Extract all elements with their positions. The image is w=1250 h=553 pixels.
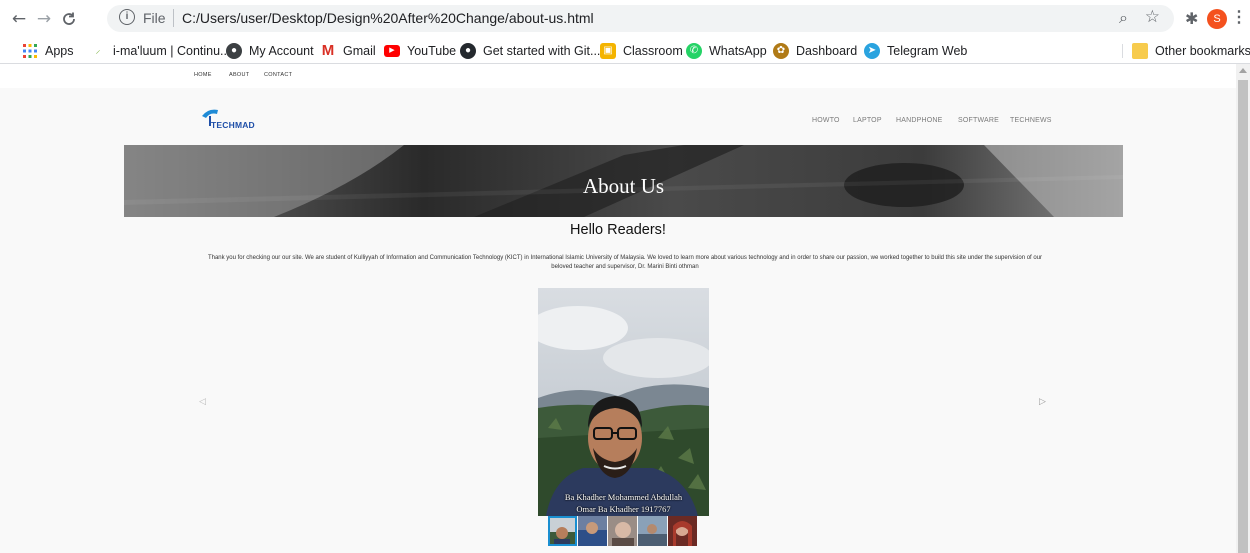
bookmark-other-folder[interactable]: Other bookmarks (1132, 42, 1250, 60)
whatsapp-icon: ✆ (686, 43, 702, 59)
back-arrow-icon[interactable]: ← (8, 8, 30, 30)
top-nav-bar: HOME ABOUT CONTACT (0, 64, 1236, 88)
bookmark-label: Apps (45, 44, 74, 58)
intro-paragraph: Thank you for checking our our site. We … (207, 255, 1043, 270)
topnav-home-link[interactable]: HOME (194, 72, 212, 78)
forward-arrow-icon[interactable]: → (33, 8, 55, 30)
bookmark-apps[interactable]: Apps (22, 42, 74, 60)
hero-banner: About Us (124, 145, 1123, 217)
youtube-icon: ▶ (384, 45, 400, 57)
bookmark-telegram[interactable]: ➤ Telegram Web (864, 42, 967, 60)
carousel-prev-arrow-icon[interactable]: ◁ (199, 397, 206, 407)
thumbnail-3[interactable] (608, 516, 637, 546)
bookmark-github[interactable]: ● Get started with Git... (460, 42, 600, 60)
telegram-icon: ➤ (864, 43, 880, 59)
topnav-about-link[interactable]: ABOUT (229, 72, 249, 78)
url-text[interactable]: C:/Users/user/Desktop/Design%20After%20C… (182, 10, 594, 26)
profile-avatar[interactable]: S (1207, 9, 1227, 29)
bookmark-whatsapp[interactable]: ✆ WhatsApp (686, 42, 767, 60)
bookmark-label: i-ma'luum | Continu... (113, 44, 231, 58)
nav-software-link[interactable]: SOFTWARE (958, 117, 999, 124)
bookmark-youtube[interactable]: ▶ YouTube (384, 42, 456, 60)
omnibox-divider (173, 9, 174, 27)
bookmark-label: YouTube (407, 44, 457, 58)
bookmark-classroom[interactable]: ▣ Classroom (600, 42, 683, 60)
greeting-heading: Hello Readers! (570, 222, 666, 238)
bookmark-label: Classroom (623, 44, 683, 58)
scroll-up-arrow-icon[interactable] (1239, 68, 1247, 73)
extensions-puzzle-icon[interactable]: ✱ (1185, 9, 1198, 28)
page-viewport: HOME ABOUT CONTACT TECHMAD HOWTO LAPTOP … (0, 64, 1250, 553)
bookmark-label: My Account (249, 44, 314, 58)
nav-laptop-link[interactable]: LAPTOP (853, 117, 882, 124)
nav-technews-link[interactable]: TECHNEWS (1010, 117, 1052, 124)
bookmarks-divider (1122, 44, 1123, 58)
thumbnail-2[interactable] (578, 516, 607, 546)
scrollbar-thumb[interactable] (1238, 80, 1248, 553)
classroom-icon: ▣ (600, 43, 616, 59)
apps-grid-icon (22, 43, 38, 59)
caption-line-2: Omar Ba Khadher 1917767 (576, 504, 671, 514)
github-icon: ● (460, 43, 476, 59)
browser-toolbar: ← → i File C:/Users/user/Desktop/Design%… (0, 0, 1250, 37)
menu-kebab-icon[interactable]: ⋮ (1231, 8, 1247, 28)
bookmark-dashboard[interactable]: ✿ Dashboard (773, 42, 857, 60)
thumbnail-4[interactable] (638, 516, 667, 546)
address-bar[interactable]: i File C:/Users/user/Desktop/Design%20Af… (107, 5, 1174, 32)
bookmark-label: WhatsApp (709, 44, 767, 58)
carousel-slide-photo: Ba Khadher Mohammed Abdullah Omar Ba Kha… (538, 288, 709, 516)
site-header: TECHMAD HOWTO LAPTOP HANDPHONE SOFTWARE … (0, 88, 1236, 145)
bookmark-label: Telegram Web (887, 44, 968, 58)
file-label: File (143, 10, 166, 26)
info-icon[interactable]: i (119, 9, 135, 25)
bookmark-imaluum[interactable]: ⸝ i-ma'luum | Continu... (90, 42, 231, 60)
member-photo (538, 288, 709, 516)
dashboard-icon: ✿ (773, 43, 789, 59)
bookmark-star-icon[interactable]: ☆ (1145, 7, 1160, 27)
bookmark-label: Other bookmarks (1155, 44, 1250, 58)
carousel-thumbnails (548, 516, 697, 546)
reload-icon[interactable] (58, 8, 80, 30)
bookmark-my-account[interactable]: ● My Account (226, 42, 314, 60)
folder-icon (1132, 43, 1148, 59)
thumbnail-1[interactable] (548, 516, 577, 546)
carousel-next-arrow-icon[interactable]: ▷ (1039, 397, 1046, 407)
zoom-icon[interactable]: ⌕ (1119, 8, 1128, 28)
bookmark-label: Get started with Git... (483, 44, 601, 58)
caption-line-1: Ba Khadher Mohammed Abdullah (564, 492, 683, 502)
bookmark-label: Dashboard (796, 44, 858, 58)
gmail-icon: M (321, 42, 335, 59)
thumbnail-5[interactable] (668, 516, 697, 546)
nav-handphone-link[interactable]: HANDPHONE (896, 117, 943, 124)
account-icon: ● (226, 43, 242, 59)
topnav-contact-link[interactable]: CONTACT (264, 72, 292, 78)
bookmarks-bar: Apps ⸝ i-ma'luum | Continu... ● My Accou… (0, 37, 1250, 64)
bookmark-label: Gmail (343, 44, 376, 58)
page-title: About Us (582, 174, 665, 198)
bookmark-gmail[interactable]: M Gmail (320, 42, 376, 60)
vertical-scrollbar[interactable] (1236, 64, 1250, 553)
nav-howto-link[interactable]: HOWTO (812, 117, 840, 124)
imaluum-icon: ⸝ (95, 45, 101, 56)
logo-text[interactable]: TECHMAD (211, 120, 255, 130)
